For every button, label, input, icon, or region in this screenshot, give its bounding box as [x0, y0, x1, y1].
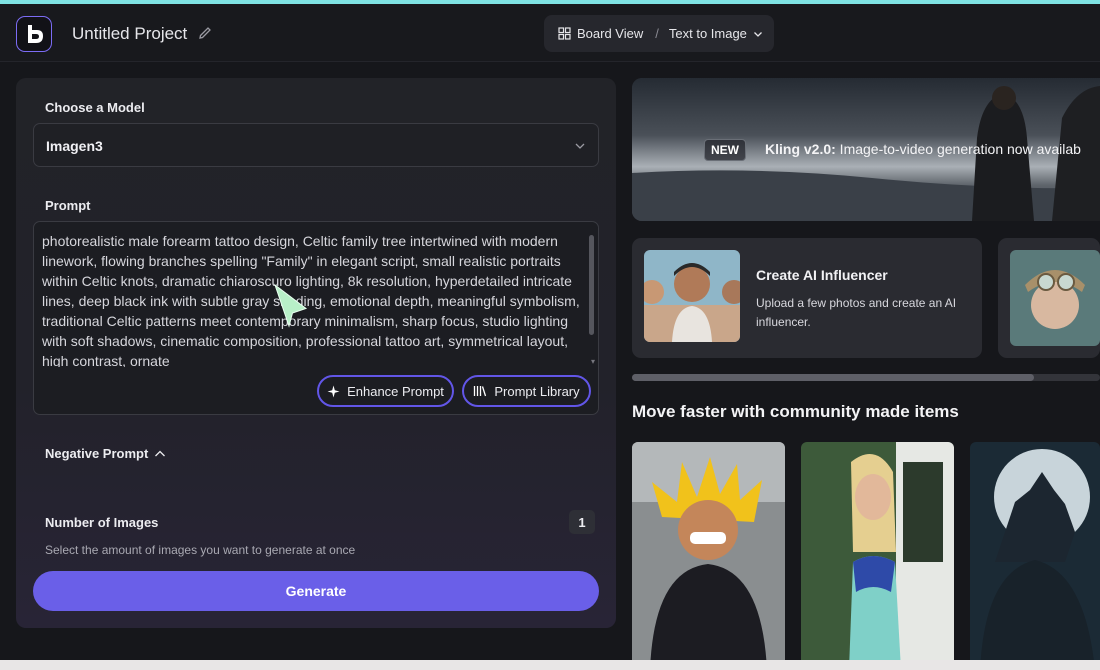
- announcement-banner[interactable]: NEW Kling v2.0: Image-to-video generatio…: [632, 78, 1100, 221]
- model-select-value: Imagen3: [46, 138, 103, 154]
- board-view-label[interactable]: Board View: [577, 26, 643, 41]
- generate-button[interactable]: Generate: [33, 571, 599, 611]
- feature-card-next[interactable]: [998, 238, 1100, 358]
- community-item-image: [801, 442, 954, 670]
- chevron-up-icon: [155, 450, 166, 456]
- chevron-down-icon[interactable]: [753, 29, 763, 39]
- os-taskbar: [0, 660, 1100, 670]
- community-item[interactable]: [970, 442, 1100, 670]
- logo-icon[interactable]: [16, 16, 52, 52]
- new-badge: NEW: [704, 139, 746, 161]
- model-label: Choose a Model: [45, 100, 145, 115]
- influencer-thumbnail: [644, 250, 740, 342]
- community-item[interactable]: [632, 442, 785, 670]
- card-description: Upload a few photos and create an AI inf…: [756, 296, 957, 329]
- prompt-library-label: Prompt Library: [494, 383, 580, 399]
- grid-icon: [558, 27, 571, 40]
- prompt-text[interactable]: photorealistic male forearm tattoo desig…: [42, 231, 582, 367]
- negative-prompt-toggle[interactable]: Negative Prompt: [45, 446, 166, 461]
- negative-prompt-label: Negative Prompt: [45, 446, 149, 461]
- prompt-scroll-thumb[interactable]: [589, 235, 594, 335]
- prompt-scrollbar[interactable]: ▾: [589, 232, 595, 366]
- enhance-prompt-button[interactable]: Enhance Prompt: [317, 375, 454, 407]
- next-card-thumbnail: [1010, 250, 1100, 346]
- community-item[interactable]: [801, 442, 954, 670]
- banner-description: Image-to-video generation now availab: [835, 141, 1081, 157]
- breadcrumb-separator: /: [655, 26, 659, 41]
- library-icon: [474, 386, 487, 397]
- card-title: Create AI Influencer: [756, 267, 888, 283]
- prompt-library-button[interactable]: Prompt Library: [462, 375, 591, 407]
- app-header: Untitled Project Board View / Text to Im…: [0, 4, 1100, 62]
- community-item-image: [632, 442, 785, 670]
- generation-form-panel: Choose a Model Imagen3 Prompt photoreali…: [16, 78, 616, 628]
- image-count-badge[interactable]: 1: [569, 510, 595, 534]
- project-title[interactable]: Untitled Project: [72, 24, 187, 44]
- cards-scroll-thumb[interactable]: [632, 374, 1034, 381]
- view-switcher[interactable]: Board View / Text to Image: [544, 15, 774, 52]
- model-select[interactable]: Imagen3: [33, 123, 599, 167]
- mode-label[interactable]: Text to Image: [669, 26, 747, 41]
- pencil-icon[interactable]: [197, 25, 213, 41]
- community-heading: Move faster with community made items: [632, 402, 959, 421]
- prompt-label: Prompt: [45, 198, 91, 213]
- prompt-textarea[interactable]: photorealistic male forearm tattoo desig…: [33, 221, 599, 415]
- banner-text: Kling v2.0: Image-to-video generation no…: [765, 141, 1081, 157]
- enhance-prompt-label: Enhance Prompt: [347, 383, 444, 399]
- cards-scrollbar[interactable]: [632, 374, 1100, 381]
- number-of-images-label: Number of Images: [45, 515, 159, 530]
- feature-card-ai-influencer[interactable]: Create AI Influencer Upload a few photos…: [632, 238, 982, 358]
- community-item-image: [970, 442, 1100, 670]
- sparkle-icon: [327, 385, 340, 397]
- number-of-images-hint: Select the amount of images you want to …: [45, 543, 356, 557]
- banner-title: Kling v2.0:: [765, 141, 836, 157]
- scroll-down-arrow-icon[interactable]: ▾: [591, 357, 595, 366]
- cursor-arrow-icon: [273, 283, 308, 328]
- chevron-down-icon: [575, 143, 585, 149]
